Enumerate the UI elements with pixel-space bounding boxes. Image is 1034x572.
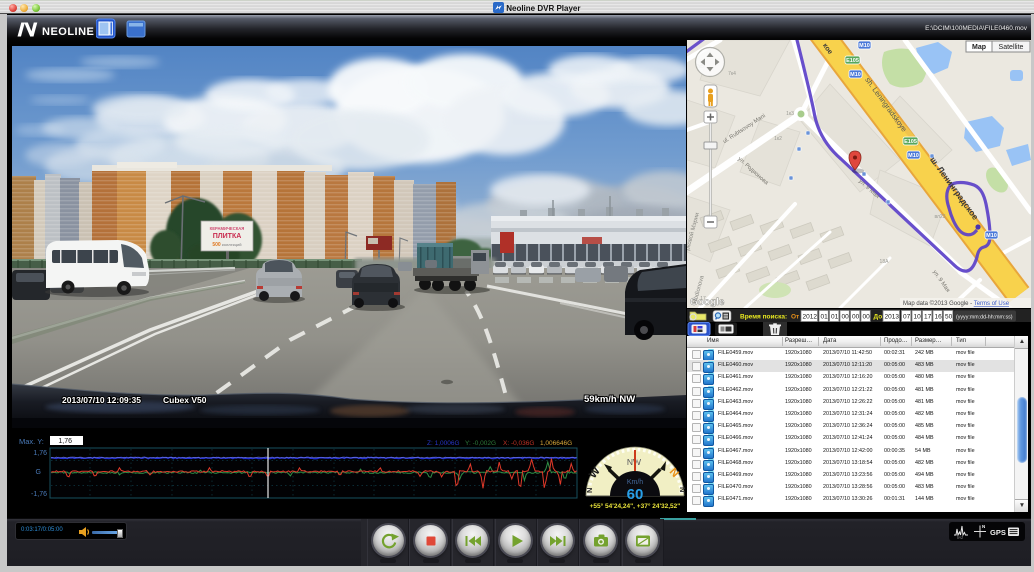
svg-text:00: 00 xyxy=(852,314,860,321)
svg-text:Z: 1,0006G: Z: 1,0006G xyxy=(427,440,460,447)
svg-text:ПЛИТКА: ПЛИТКА xyxy=(213,233,242,240)
svg-text:XYZ: XYZ xyxy=(957,536,963,540)
svg-text:E105: E105 xyxy=(904,139,917,145)
svg-text:60: 60 xyxy=(627,486,644,503)
svg-text:N: N xyxy=(678,487,687,492)
svg-text:вл23: вл23 xyxy=(934,214,945,220)
svg-text:Satellite: Satellite xyxy=(999,44,1024,51)
svg-text:E105: E105 xyxy=(846,58,859,64)
svg-text:07: 07 xyxy=(903,314,911,321)
svg-text:01: 01 xyxy=(821,314,829,321)
svg-text:1,76: 1,76 xyxy=(33,450,47,457)
svg-text:01: 01 xyxy=(831,314,839,321)
svg-text:17: 17 xyxy=(924,314,932,321)
svg-text:Google: Google xyxy=(690,297,725,308)
svg-text:16: 16 xyxy=(935,314,943,321)
svg-text:50: 50 xyxy=(945,314,953,321)
svg-text:(yyyy:mm:dd-hh:mm:ss): (yyyy:mm:dd-hh:mm:ss) xyxy=(956,315,1013,321)
svg-text:2013: 2013 xyxy=(885,314,900,321)
svg-text:M10: M10 xyxy=(850,72,861,78)
svg-text:18А: 18А xyxy=(880,259,890,265)
svg-text:1к3: 1к3 xyxy=(786,111,794,117)
svg-text:+55° 54'24,24", +37° 24'32,52": +55° 54'24,24", +37° 24'32,52" xyxy=(590,502,681,510)
svg-text:7к4: 7к4 xyxy=(728,71,736,77)
svg-text:-1,76: -1,76 xyxy=(31,491,47,498)
svg-text:00: 00 xyxy=(842,314,850,321)
svg-text:Km/h: Km/h xyxy=(627,479,643,486)
svg-text:1,76: 1,76 xyxy=(58,438,72,445)
svg-text:M10: M10 xyxy=(986,233,997,239)
svg-text:10: 10 xyxy=(914,314,922,321)
svg-text:59km/h NW: 59km/h NW xyxy=(584,394,635,405)
svg-text:G: G xyxy=(36,469,41,476)
svg-text:1,006646G: 1,006646G xyxy=(540,440,572,447)
svg-text:1к2: 1к2 xyxy=(774,136,782,142)
svg-text:M10: M10 xyxy=(859,43,870,49)
svg-text:N: N xyxy=(982,524,985,529)
svg-text:До: До xyxy=(874,314,883,321)
svg-text:Y: -0,002G: Y: -0,002G xyxy=(465,440,496,447)
svg-text:КЕРАМИЧЕСКАЯ: КЕРАМИЧЕСКАЯ xyxy=(210,226,245,231)
svg-text:NEOLINE: NEOLINE xyxy=(42,26,94,38)
svg-text:00: 00 xyxy=(863,314,871,321)
svg-text:2013/07/10 12:09:35: 2013/07/10 12:09:35 xyxy=(62,395,141,405)
svg-text:Map data ©2013 Google - Terms: Map data ©2013 Google - Terms of Use xyxy=(903,300,1010,307)
svg-text:X: -0,036G: X: -0,036G xyxy=(503,440,534,447)
svg-text:Map: Map xyxy=(972,44,986,51)
svg-text:Cubex V50: Cubex V50 xyxy=(163,395,207,405)
svg-text:M10: M10 xyxy=(908,153,919,159)
svg-text:GPS: GPS xyxy=(990,528,1006,537)
svg-text:Время поиска:: Время поиска: xyxy=(740,314,787,321)
svg-text:От: От xyxy=(791,314,799,321)
svg-text:2012: 2012 xyxy=(803,314,818,321)
svg-text:Max. Y:: Max. Y: xyxy=(19,437,44,446)
svg-text:N: N xyxy=(585,488,594,493)
